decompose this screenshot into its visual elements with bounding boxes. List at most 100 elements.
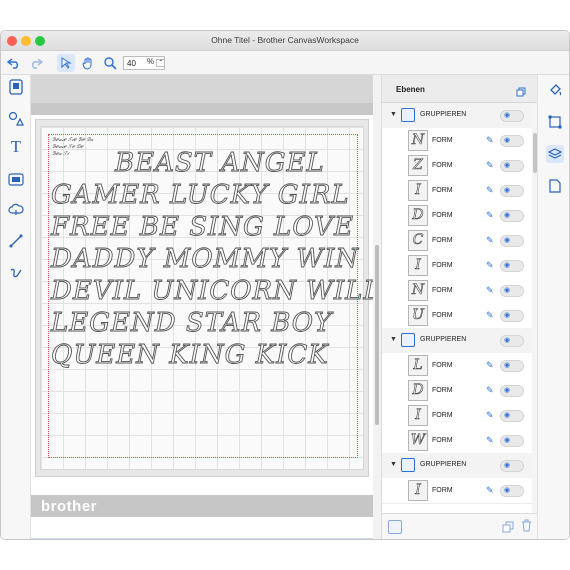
group-icon [401,108,415,122]
zoom-icon[interactable] [101,54,119,72]
visibility-toggle[interactable]: ◉ [500,360,524,372]
duplicate-icon[interactable] [502,520,514,538]
zoom-unit: % ⌃ [147,57,166,67]
outline-words-group[interactable]: BEAST ANGEL GAMER LUCKY GIRL FREE BE SIN… [51,147,385,371]
visibility-toggle[interactable]: ◉ [500,435,524,447]
tiny-text-row[interactable]: ℬℯ𝒶𝓈ℯ ℱ𝒾ℯ ℬℯ ℬ𝒶 [52,137,93,144]
layer-form-row[interactable]: D FORM ✎ ◉ [382,203,532,229]
pen-icon[interactable]: ✎ [486,435,494,446]
pen-icon[interactable]: ✎ [486,235,494,246]
line-tool-icon[interactable] [6,231,26,251]
layer-label: GRUPPIEREN [420,111,467,118]
visibility-toggle[interactable]: ◉ [500,335,524,347]
layer-label: FORM [432,487,453,494]
eye-icon: ◉ [504,312,511,319]
expand-triangle-icon[interactable]: ▼ [390,336,397,343]
panel-popout-icon[interactable] [516,84,526,102]
layers-icon[interactable] [546,145,564,163]
layer-label: FORM [432,287,453,294]
redo-icon[interactable] [27,54,45,72]
visibility-toggle[interactable]: ◉ [500,235,524,247]
visibility-toggle[interactable]: ◉ [500,185,524,197]
canvas-area[interactable]: ℬℯ𝒶𝓈ℯ ℱ𝒾ℯ ℬℯ ℬ𝒶 ℬℯ𝒶𝓈ℯ ℱℯ ℬℯ ℬℯ𝒶 ℱ𝒾 BEAST… [31,75,385,539]
layers-panel: Ebenen ▼ GRUPPIEREN ◉ N FORM ✎ ◉ Z FORM ✎ ◉ I FORM ✎ ◉… [381,75,538,539]
layer-form-row[interactable]: L FORM ✎ ◉ [382,353,532,379]
fill-bucket-icon[interactable] [546,81,564,99]
layer-thumbnail: D [408,380,428,401]
word-row[interactable]: DEVIL UNICORN WILD [51,275,385,307]
word-row[interactable]: QUEEN KING KICK [51,339,385,371]
layer-form-row[interactable]: N FORM ✎ ◉ [382,128,532,154]
word-row[interactable]: DADDY MOMMY WIN [51,243,385,275]
layer-form-row[interactable]: N FORM ✎ ◉ [382,278,532,304]
trash-icon[interactable] [521,519,532,537]
visibility-toggle[interactable]: ◉ [500,135,524,147]
curve-tool-icon[interactable] [6,263,26,283]
layer-label: FORM [432,437,453,444]
visibility-toggle[interactable]: ◉ [500,260,524,272]
layer-group-row[interactable]: ▼ GRUPPIEREN ◉ [382,453,532,479]
layer-group-row[interactable]: ▼ GRUPPIEREN ◉ [382,328,532,354]
pen-icon[interactable]: ✎ [486,485,494,496]
canvas-vertical-scrollbar[interactable] [373,75,381,539]
visibility-toggle[interactable]: ◉ [500,285,524,297]
layer-label: FORM [432,387,453,394]
app-window: Ohne Titel - Brother CanvasWorkspace 40 … [0,30,570,540]
shapes-icon[interactable] [6,109,26,129]
word-row[interactable]: FREE BE SING LOVE [51,211,385,243]
eye-icon: ◉ [504,162,511,169]
layer-label: FORM [432,162,453,169]
visibility-toggle[interactable]: ◉ [500,310,524,322]
layer-form-row[interactable]: C FORM ✎ ◉ [382,228,532,254]
group-layer-icon[interactable] [388,520,402,534]
layer-form-row[interactable]: I FORM ✎ ◉ [382,478,532,504]
layer-form-row[interactable]: I FORM ✎ ◉ [382,178,532,204]
visibility-toggle[interactable]: ◉ [500,210,524,222]
layer-label: FORM [432,137,453,144]
expand-triangle-icon[interactable]: ▼ [390,461,397,468]
eye-icon: ◉ [504,337,511,344]
pen-icon[interactable]: ✎ [486,185,494,196]
layer-form-row[interactable]: U FORM ✎ ◉ [382,303,532,329]
pen-icon[interactable]: ✎ [486,160,494,171]
select-arrow-icon[interactable] [57,54,75,72]
expand-triangle-icon[interactable]: ▼ [390,111,397,118]
pen-icon[interactable]: ✎ [486,360,494,371]
layer-form-row[interactable]: I FORM ✎ ◉ [382,403,532,429]
pen-icon[interactable]: ✎ [486,135,494,146]
visibility-toggle[interactable]: ◉ [500,460,524,472]
layer-form-row[interactable]: D FORM ✎ ◉ [382,378,532,404]
word-row[interactable]: LEGEND STAR BOY [51,307,385,339]
image-trace-icon[interactable] [6,169,26,189]
layer-form-row[interactable]: I FORM ✎ ◉ [382,253,532,279]
text-icon[interactable]: T [6,137,26,157]
layer-label: FORM [432,312,453,319]
layer-form-row[interactable]: W FORM ✎ ◉ [382,428,532,454]
pen-icon[interactable]: ✎ [486,410,494,421]
transform-icon[interactable] [546,113,564,131]
zoom-stepper-icon[interactable]: ⌃ [156,59,166,67]
word-row[interactable]: GAMER LUCKY GIRL [51,179,385,211]
visibility-toggle[interactable]: ◉ [500,410,524,422]
cloud-icon[interactable] [6,199,26,219]
visibility-toggle[interactable]: ◉ [500,160,524,172]
undo-icon[interactable] [5,54,23,72]
layer-thumbnail: I [408,480,428,501]
vertical-scroll-thumb[interactable] [375,245,379,425]
layer-group-row[interactable]: ▼ GRUPPIEREN ◉ [382,103,532,129]
layers-footer [382,513,537,539]
hand-icon[interactable] [79,54,97,72]
pen-icon[interactable]: ✎ [486,285,494,296]
layer-form-row[interactable]: Z FORM ✎ ◉ [382,153,532,179]
page-icon[interactable] [546,177,564,195]
pen-icon[interactable]: ✎ [486,310,494,321]
pen-icon[interactable]: ✎ [486,385,494,396]
visibility-toggle[interactable]: ◉ [500,385,524,397]
visibility-toggle[interactable]: ◉ [500,485,524,497]
visibility-toggle[interactable]: ◉ [500,110,524,122]
pen-icon[interactable]: ✎ [486,260,494,271]
layer-thumbnail: L [408,355,428,376]
pen-icon[interactable]: ✎ [486,210,494,221]
document-icon[interactable] [6,77,26,97]
word-row[interactable]: BEAST ANGEL [51,147,385,179]
